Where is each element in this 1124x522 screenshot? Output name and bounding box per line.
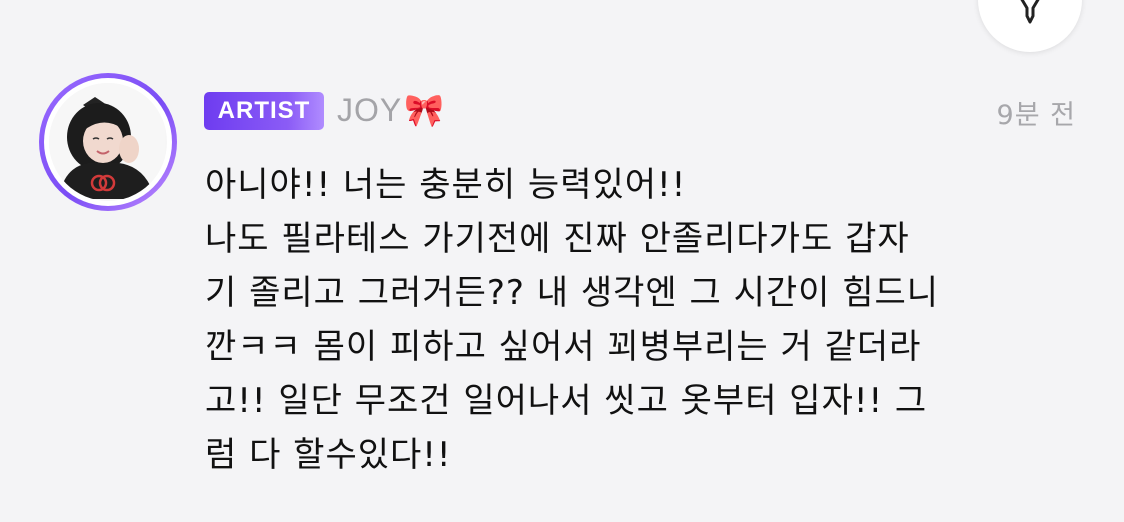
pin-icon xyxy=(1020,0,1040,24)
avatar[interactable] xyxy=(39,73,177,211)
artist-badge: ARTIST xyxy=(204,92,324,130)
bow-emoji: 🎀 xyxy=(404,91,445,129)
author[interactable]: JOY 🎀 xyxy=(337,88,444,132)
comment-body: 아니야!! 너는 충분히 능력있어!! 나도 필라테스 가기전에 진짜 안졸리다… xyxy=(205,165,940,475)
pin-button[interactable] xyxy=(978,0,1082,52)
avatar-photo xyxy=(49,83,167,201)
author-name: JOY xyxy=(337,91,403,128)
timestamp: 9분 전 xyxy=(996,100,1076,131)
